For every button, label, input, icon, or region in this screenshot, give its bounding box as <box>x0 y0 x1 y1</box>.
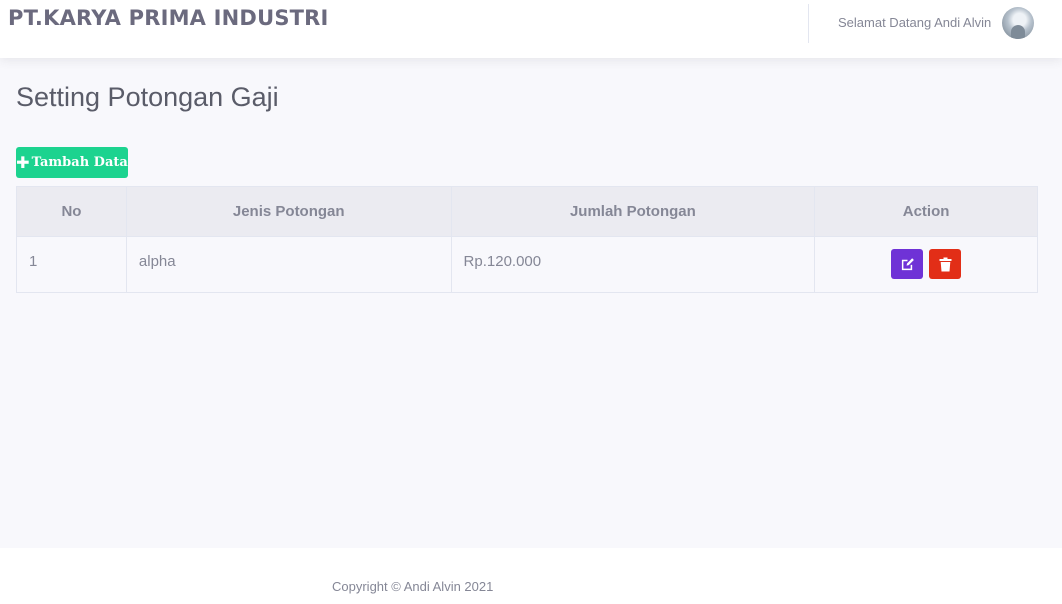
cell-jumlah-potongan: Rp.120.000 <box>450 236 816 293</box>
column-header-action: Action <box>814 186 1038 237</box>
cell-no: 1 <box>16 236 127 293</box>
column-header-jenis-potongan: Jenis Potongan <box>125 186 452 237</box>
topbar: PT.KARYA PRIMA INDUSTRI Selamat Datang A… <box>0 0 1062 58</box>
deduction-table: No Jenis Potongan Jumlah Potongan Action… <box>16 186 1038 293</box>
user-avatar[interactable] <box>1002 7 1034 39</box>
delete-button[interactable] <box>929 249 962 279</box>
add-data-button[interactable]: ✚ Tambah Data <box>16 147 128 178</box>
page-title: Setting Potongan Gaji <box>16 82 279 112</box>
edit-button[interactable] <box>891 249 923 279</box>
table-row: 1 alpha Rp.120.000 <box>16 236 1038 293</box>
column-header-jumlah-potongan: Jumlah Potongan <box>450 186 816 237</box>
topbar-divider <box>808 4 809 43</box>
cell-jenis-potongan: alpha <box>125 236 452 293</box>
column-header-no: No <box>16 186 127 237</box>
cell-action <box>814 236 1038 293</box>
plus-icon: ✚ <box>16 152 30 172</box>
table-header-row: No Jenis Potongan Jumlah Potongan Action <box>16 186 1038 237</box>
trash-icon <box>939 257 952 271</box>
footer: Copyright © Andi Alvin 2021 <box>0 548 1062 604</box>
brand-title[interactable]: PT.KARYA PRIMA INDUSTRI <box>8 6 329 30</box>
welcome-text[interactable]: Selamat Datang Andi Alvin <box>838 15 991 30</box>
add-data-label: Tambah Data <box>31 155 128 170</box>
copyright-text: Copyright © Andi Alvin 2021 <box>332 579 494 594</box>
edit-icon <box>901 258 914 271</box>
